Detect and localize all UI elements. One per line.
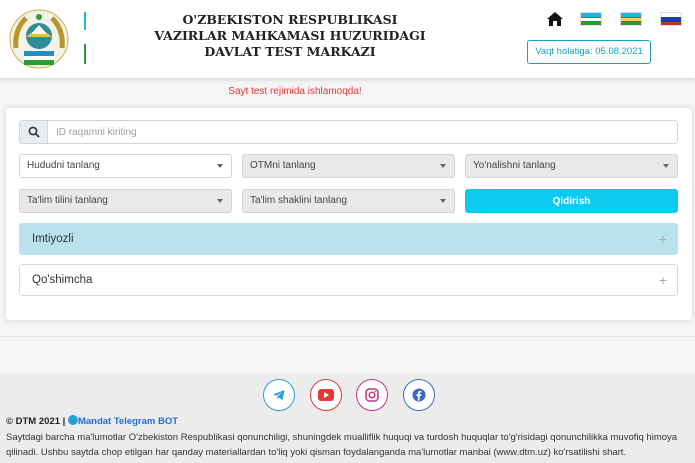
title-line: DAVLAT TEST MARKAZI [204,44,376,59]
direction-select[interactable]: Yo'nalishni tanlang [465,154,678,178]
home-icon[interactable] [540,8,570,30]
copyright-text: © DTM 2021 | [6,416,66,427]
footer-copyright: © DTM 2021 | Mandat Telegram BOT [6,415,178,427]
accordion-privileged[interactable]: Imtiyozli + [19,223,678,255]
study-form-select-label: Ta'lim shaklini tanlang [250,195,347,206]
search-icon [19,120,47,144]
facebook-icon[interactable] [403,379,435,411]
header-accent-stripe [84,12,86,30]
language-select-label: Ta'lim tilini tanlang [27,195,108,206]
site-header: O'ZBEKISTON RESPUBLIKASI VAZIRLAR MAHKAM… [0,0,695,78]
plus-icon: + [658,231,667,247]
id-search-input[interactable] [47,120,678,144]
site-footer: © DTM 2021 | Mandat Telegram BOT Saytdag… [0,374,695,463]
chevron-down-icon [440,164,446,168]
footer-disclaimer: Saytdagi barcha ma'lumotlar O'zbekiston … [6,432,678,458]
language-select[interactable]: Ta'lim tilini tanlang [19,189,232,213]
chevron-down-icon [217,199,223,203]
chevron-down-icon [663,164,669,168]
youtube-icon[interactable] [310,379,342,411]
region-select[interactable]: Hududni tanlang [19,154,232,178]
test-mode-notice: Sayt test rejimida ishlamoqda! [228,86,362,97]
accordion-additional[interactable]: Qo'shimcha + [19,264,678,296]
accordion-label: Qo'shimcha [32,274,93,286]
id-search-group [19,120,678,144]
title-line: VAZIRLAR MAHKAMASI HUZURIDAGI [154,28,426,43]
study-form-select[interactable]: Ta'lim shaklini tanlang [242,189,455,213]
language-ru-button[interactable] [656,8,686,30]
telegram-icon[interactable] [263,379,295,411]
date-status-badge: Vaqt holatiga: 05.08.2021 [527,40,651,64]
header-accent-stripe [84,44,86,64]
flag-uz-icon [580,12,602,26]
telegram-link-icon [67,415,78,425]
flag-ru-icon [660,12,682,26]
divider [0,336,695,337]
language-uz-button[interactable] [576,8,606,30]
search-card: Hududni tanlang OTMni tanlang Yo'nalishn… [6,108,692,320]
accordion-label: Imtiyozli [32,233,74,245]
flag-karakalpak-icon [620,12,642,26]
university-select-label: OTMni tanlang [250,160,316,171]
region-select-label: Hududni tanlang [27,160,100,171]
university-select[interactable]: OTMni tanlang [242,154,455,178]
instagram-icon[interactable] [356,379,388,411]
direction-select-label: Yo'nalishni tanlang [473,160,556,171]
title-line: O'ZBEKISTON RESPUBLIKASI [182,12,398,27]
plus-icon: + [658,272,667,288]
chevron-down-icon [440,199,446,203]
telegram-bot-link[interactable]: Mandat Telegram BOT [78,416,178,427]
page-title: O'ZBEKISTON RESPUBLIKASI VAZIRLAR MAHKAM… [140,12,440,60]
search-submit-button[interactable]: Qidirish [465,189,678,213]
language-kaa-button[interactable] [616,8,646,30]
chevron-down-icon [217,164,223,168]
state-emblem-logo[interactable] [8,8,70,70]
